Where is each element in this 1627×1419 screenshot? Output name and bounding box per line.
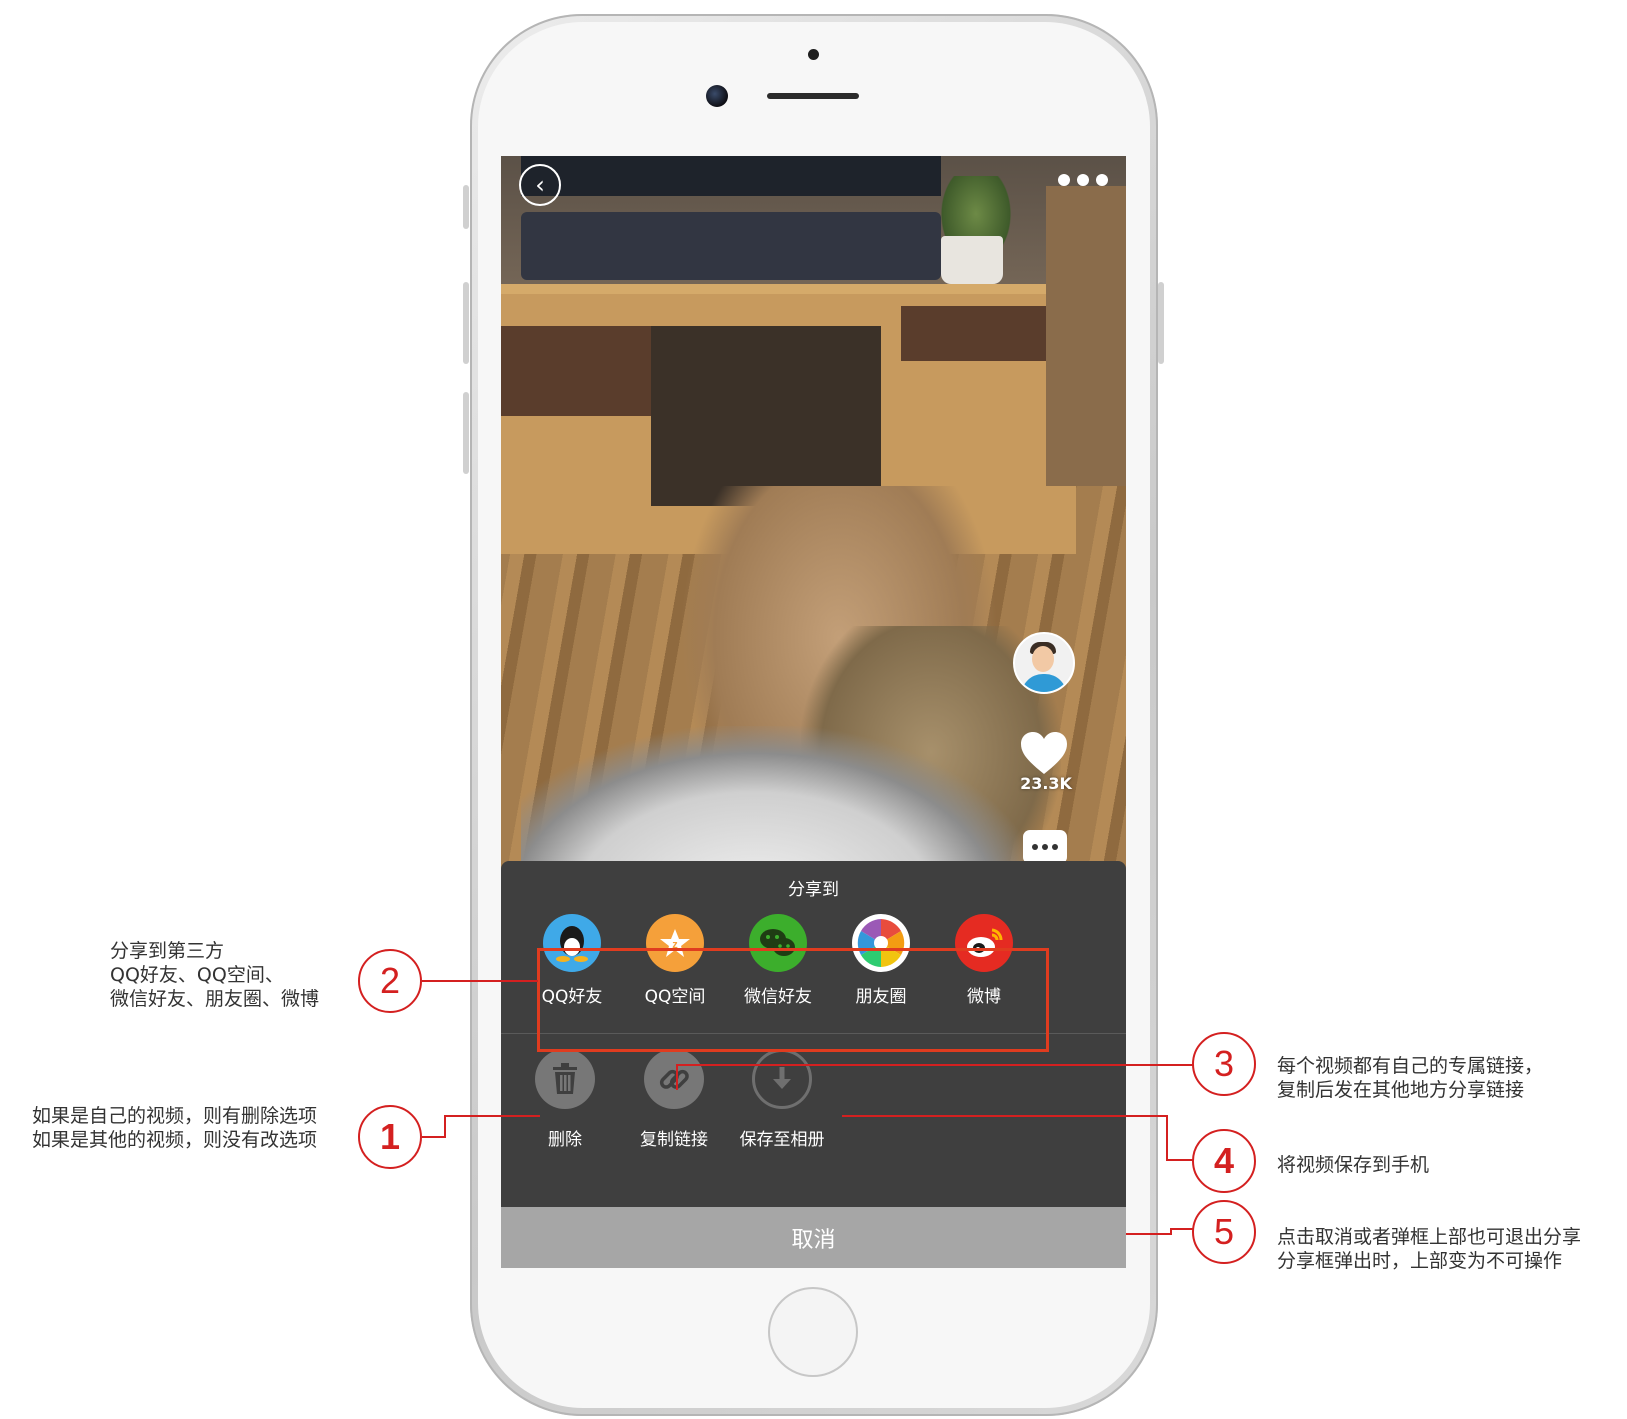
earpiece-speaker <box>767 93 859 99</box>
connector-line <box>1170 1228 1194 1230</box>
tool-label: 保存至相册 <box>739 1130 825 1150</box>
link-icon <box>644 1049 704 1109</box>
connector-line <box>444 1115 446 1138</box>
annotation-badge-3: 3 <box>1192 1032 1256 1096</box>
front-camera-icon <box>706 85 728 107</box>
heart-icon[interactable] <box>1019 730 1069 776</box>
annotation-note-5: 点击取消或者弹框上部也可退出分享 分享框弹出时，上部变为不可操作 <box>1277 1226 1582 1272</box>
proximity-sensor <box>808 49 819 60</box>
connector-line <box>444 1115 540 1117</box>
annotation-note-1: 如果是自己的视频，则有删除选项 如果是其他的视频，则没有改选项 <box>32 1105 318 1151</box>
share-platforms-highlight <box>537 948 1049 1052</box>
connector-line <box>676 1064 678 1090</box>
connector-line <box>1126 1233 1172 1235</box>
more-dot-icon <box>1077 174 1089 186</box>
more-dot-icon <box>1058 174 1070 186</box>
connector-line <box>676 1064 1194 1066</box>
chevron-left-icon: ‹ <box>535 171 545 199</box>
download-icon <box>752 1049 812 1109</box>
connector-line <box>842 1115 1168 1117</box>
connector-line <box>1166 1159 1194 1161</box>
connector-line <box>1166 1115 1168 1161</box>
comment-button[interactable] <box>1023 830 1067 864</box>
tool-label: 删除 <box>548 1130 582 1150</box>
author-avatar[interactable] <box>1013 632 1075 694</box>
connector-line <box>422 980 538 982</box>
more-options-button[interactable] <box>1058 174 1108 186</box>
volume-down-button <box>463 392 469 474</box>
home-button[interactable] <box>768 1287 858 1377</box>
phone-screen: ‹ 23.3K 分享到 QQ好友 z QQ空间 微信好友 朋友圈 微博 删除 复… <box>501 156 1126 1268</box>
annotation-badge-1: 1 <box>358 1105 422 1169</box>
tool-label: 复制链接 <box>640 1130 708 1150</box>
delete-button[interactable]: 删除 <box>510 1049 620 1150</box>
annotation-badge-4: 4 <box>1192 1129 1256 1193</box>
connector-line <box>422 1136 446 1138</box>
annotation-note-4: 将视频保存到手机 <box>1277 1154 1430 1176</box>
annotation-note-2: 分享到第三方 QQ好友、QQ空间、 微信好友、朋友圈、微博 <box>110 940 320 1010</box>
annotation-badge-2: 2 <box>358 949 422 1013</box>
power-button <box>1158 282 1164 364</box>
more-dot-icon <box>1096 174 1108 186</box>
annotation-badge-5: 5 <box>1192 1200 1256 1264</box>
trash-icon <box>535 1049 595 1109</box>
mute-switch <box>463 185 469 229</box>
share-sheet-title: 分享到 <box>788 880 839 900</box>
like-count: 23.3K <box>1020 774 1072 793</box>
volume-up-button <box>463 282 469 364</box>
cancel-button[interactable]: 取消 <box>501 1207 1126 1268</box>
back-button[interactable]: ‹ <box>519 164 561 206</box>
annotation-note-3: 每个视频都有自己的专属链接， 复制后发在其他地方分享链接 <box>1277 1055 1544 1101</box>
